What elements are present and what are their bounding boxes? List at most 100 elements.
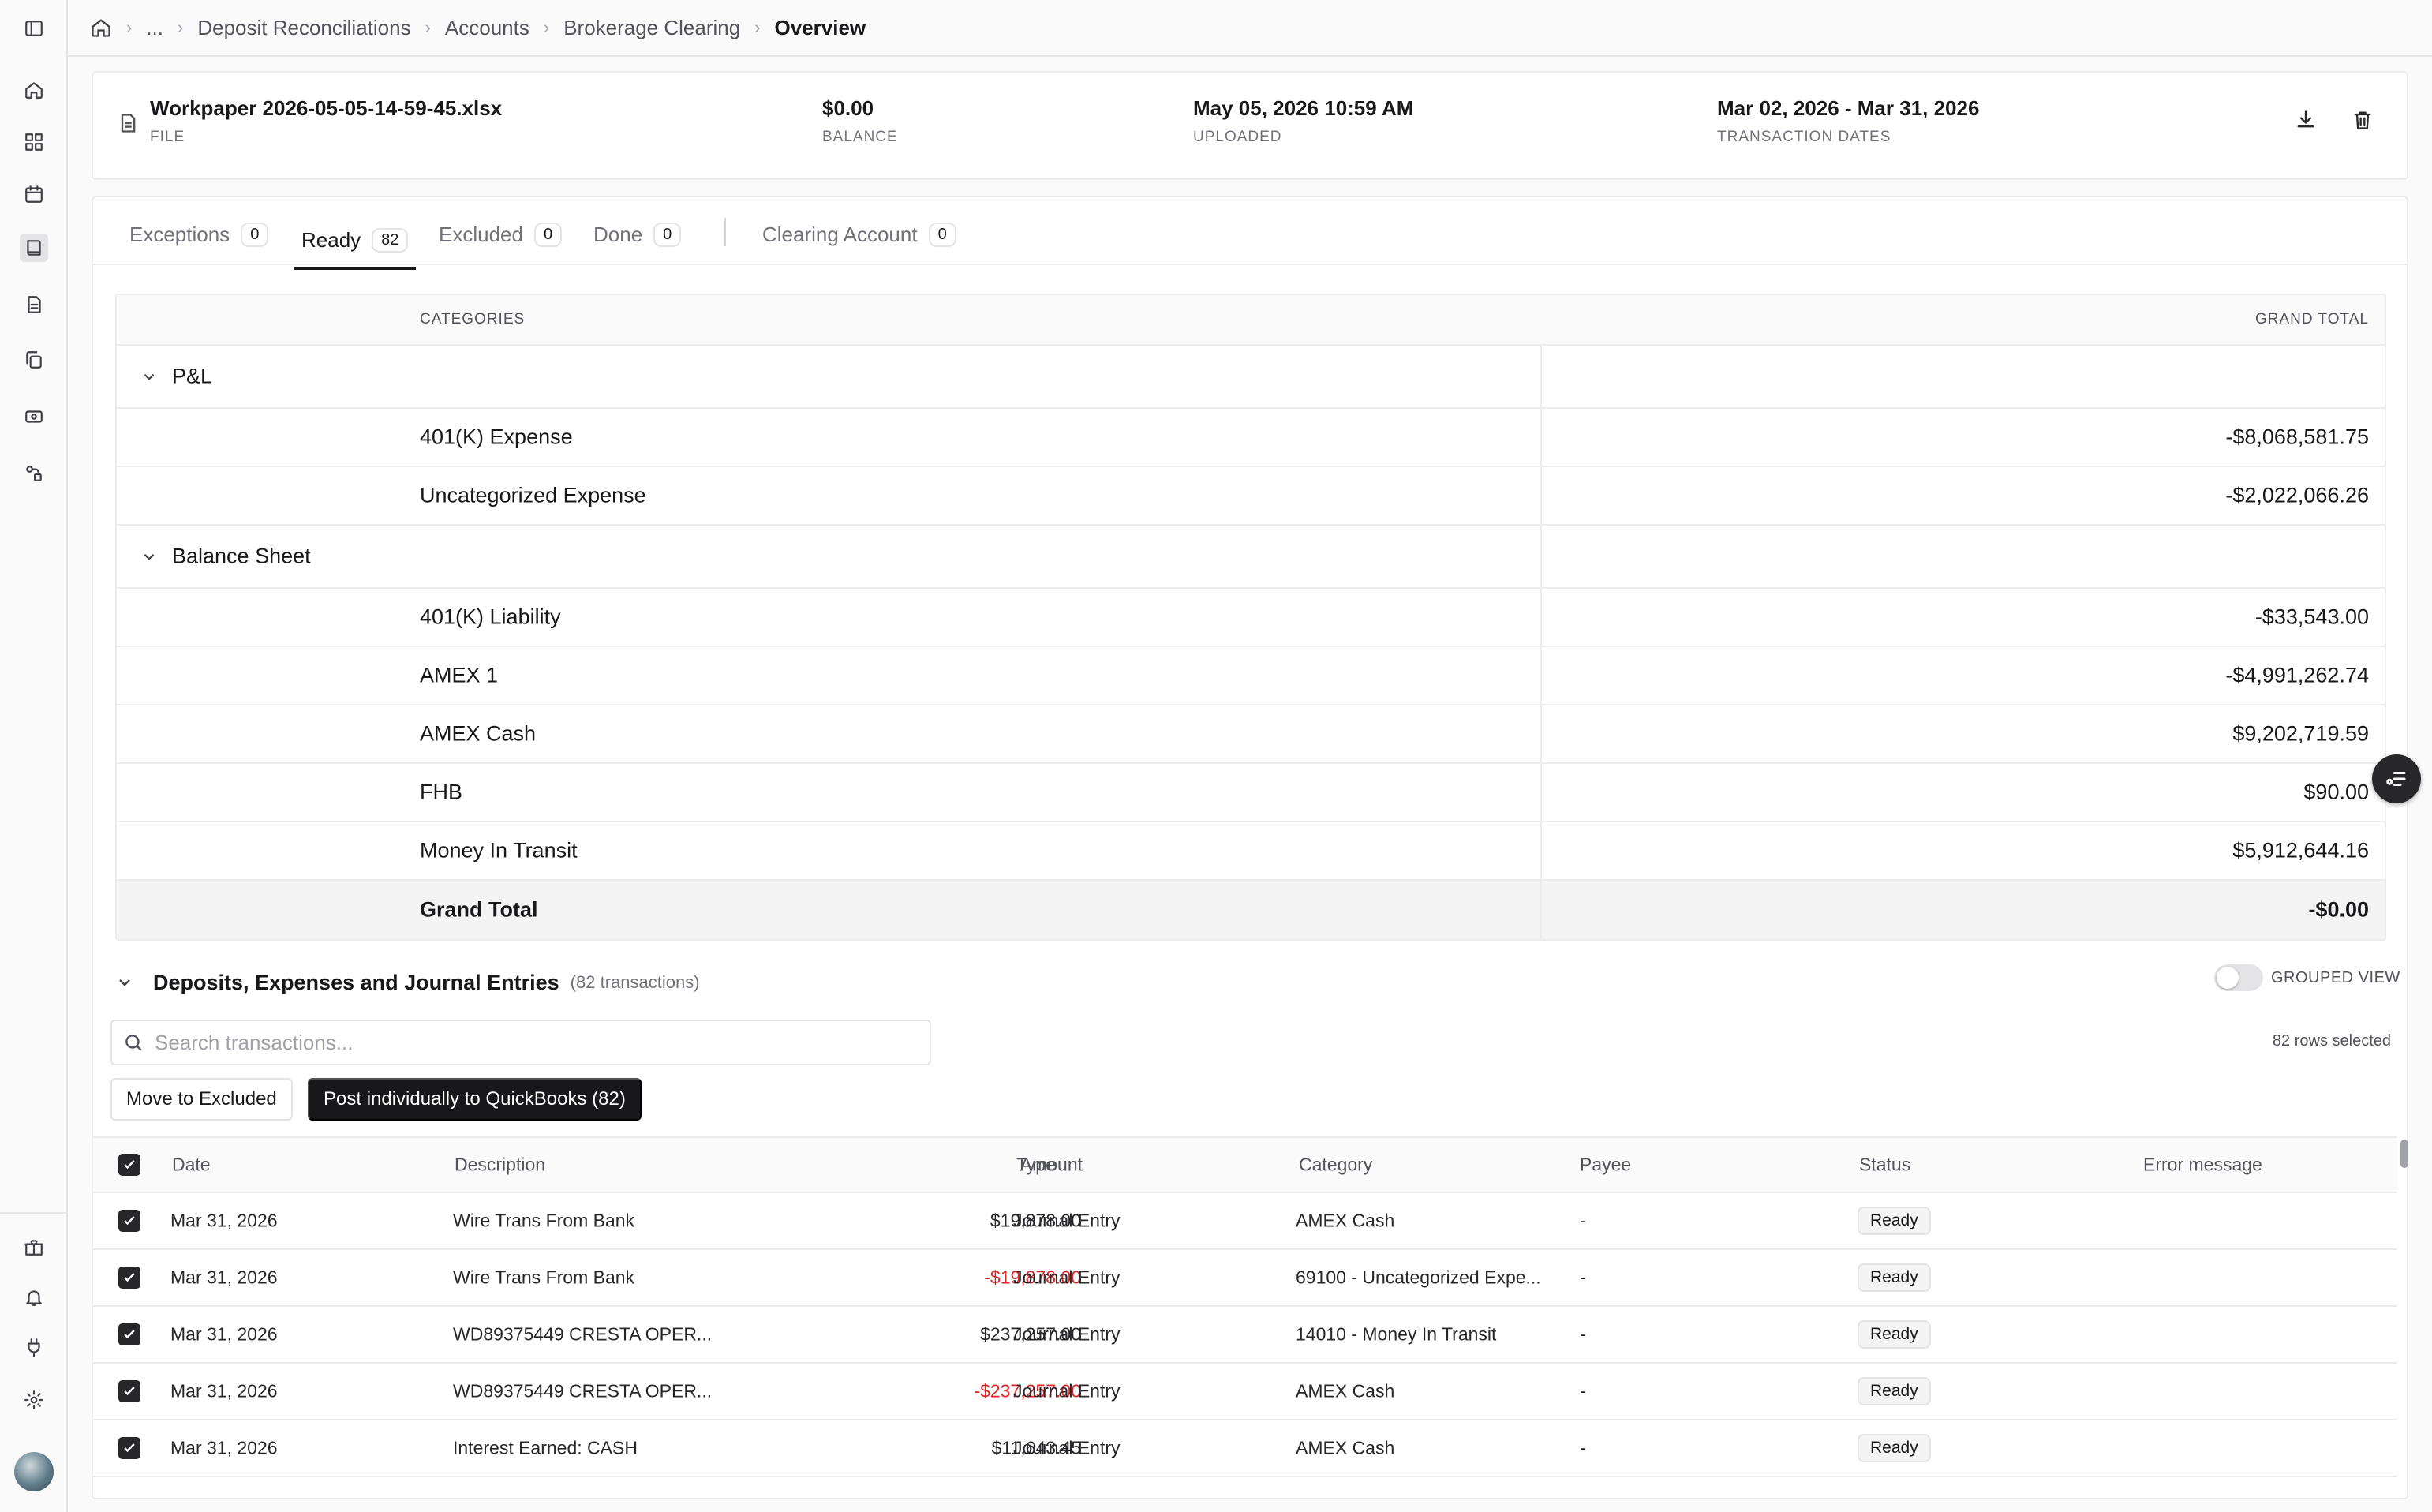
connections-icon[interactable]	[20, 459, 48, 488]
select-all-checkbox[interactable]	[118, 1154, 140, 1176]
book-icon[interactable]	[20, 234, 48, 262]
summary-group-row[interactable]: Balance Sheet	[117, 526, 2385, 589]
move-to-excluded-button[interactable]: Move to Excluded	[110, 1078, 293, 1121]
status-badge: Ready	[1858, 1434, 1931, 1462]
error-message-header[interactable]: Error message	[2143, 1155, 2262, 1176]
chevron-down-icon[interactable]	[115, 973, 134, 992]
category-header[interactable]: Category	[1299, 1155, 1372, 1176]
floating-action-button[interactable]	[2372, 754, 2421, 803]
document-icon[interactable]	[20, 290, 48, 319]
summary-total: -$2,022,066.26	[2225, 483, 2369, 507]
breadcrumb-accounts[interactable]: Accounts	[445, 16, 529, 40]
summary-row: 401(K) Liability -$33,543.00	[117, 589, 2385, 647]
tab-label: Clearing Account	[762, 222, 918, 246]
summary-total: -$8,068,581.75	[2225, 425, 2369, 449]
status-badge: Ready	[1858, 1263, 1931, 1292]
transactions-section-header[interactable]: Deposits, Expenses and Journal Entries (…	[115, 963, 2388, 1002]
copy-icon[interactable]	[20, 346, 48, 374]
table-header-row: Date Description Amount Type Category Pa…	[93, 1136, 2397, 1193]
chevron-right-icon: ›	[425, 17, 431, 37]
row-category: AMEX Cash	[1296, 1437, 1395, 1458]
table-row[interactable]: Mar 31, 2026 WD89375449 CRESTA OPER... $23…	[93, 1307, 2397, 1364]
row-category: 14010 - Money In Transit	[1296, 1323, 1497, 1345]
group-toggle[interactable]: Balance Sheet	[140, 545, 311, 569]
tab-label: Exceptions	[129, 222, 230, 246]
row-checkbox[interactable]	[118, 1437, 140, 1459]
date-header[interactable]: Date	[172, 1155, 211, 1176]
column-divider	[1540, 764, 1542, 821]
row-checkbox[interactable]	[118, 1323, 140, 1345]
tab-clearing-account[interactable]: Clearing Account 0	[754, 216, 964, 253]
table-row[interactable]: Mar 31, 2026 Wire Trans From Bank -$19,878…	[93, 1250, 2397, 1307]
tab-ready[interactable]: Ready 82	[294, 213, 417, 270]
summary-total: -$4,991,262.74	[2225, 663, 2369, 687]
balance-label: BALANCE	[822, 129, 898, 145]
table-row[interactable]: Mar 31, 2026 WD89375449 CRESTA OPER... -$2…	[93, 1364, 2397, 1420]
avatar[interactable]	[14, 1452, 54, 1491]
type-header[interactable]: Type	[1016, 1155, 1056, 1176]
table-scrollbar[interactable]	[2400, 1140, 2408, 1168]
cash-icon[interactable]	[20, 402, 48, 431]
row-description: Wire Trans From Bank	[453, 1267, 635, 1288]
search-box[interactable]	[110, 1020, 931, 1065]
settings-icon[interactable]	[20, 1386, 48, 1414]
dashboard-icon[interactable]	[20, 128, 48, 156]
summary-header-row: CATEGORIES GRAND TOTAL	[117, 295, 2385, 346]
row-type: Journal Entry	[1013, 1323, 1121, 1345]
summary-category: Money In Transit	[420, 838, 578, 863]
search-input[interactable]	[155, 1030, 912, 1055]
row-payee: -	[1580, 1380, 1586, 1402]
sidebar-toggle-icon[interactable]	[20, 14, 48, 43]
home-icon[interactable]	[20, 76, 48, 104]
grouped-view-toggle[interactable]	[2214, 964, 2263, 991]
row-checkbox[interactable]	[118, 1267, 140, 1289]
column-divider	[1540, 409, 1542, 466]
row-category: AMEX Cash	[1296, 1380, 1395, 1402]
download-icon[interactable]	[2290, 104, 2322, 136]
column-divider	[1540, 346, 1542, 407]
tab-excluded[interactable]: Excluded 0	[431, 216, 570, 253]
breadcrumb-ellipsis[interactable]: ...	[146, 16, 163, 40]
calendar-icon[interactable]	[20, 180, 48, 208]
status-header[interactable]: Status	[1859, 1155, 1910, 1176]
uploaded-label: UPLOADED	[1193, 129, 1282, 145]
tab-exceptions[interactable]: Exceptions 0	[122, 216, 276, 253]
row-type: Journal Entry	[1013, 1210, 1121, 1231]
table-row[interactable]: Mar 31, 2026 Interest Earned: CASH $11,643…	[93, 1420, 2397, 1477]
summary-group-row[interactable]: P&L	[117, 346, 2385, 409]
status-badge: Ready	[1858, 1207, 1931, 1235]
table-row[interactable]: Mar 31, 2026 Wire Trans From Bank $19,878.…	[93, 1193, 2397, 1250]
plug-icon[interactable]	[20, 1334, 48, 1362]
bell-icon[interactable]	[20, 1283, 48, 1312]
payee-header[interactable]: Payee	[1580, 1155, 1631, 1176]
row-category: AMEX Cash	[1296, 1210, 1395, 1231]
check-icon	[124, 1216, 135, 1226]
gift-icon[interactable]	[20, 1233, 48, 1261]
post-to-quickbooks-button[interactable]: Post individually to QuickBooks (82)	[308, 1078, 642, 1121]
balance-block: $0.00 BALANCE	[822, 96, 898, 146]
trash-icon[interactable]	[2347, 104, 2378, 136]
summary-category: AMEX 1	[420, 663, 499, 687]
balance-value: $0.00	[822, 96, 874, 120]
row-type: Journal Entry	[1013, 1380, 1121, 1402]
column-divider	[1540, 526, 1542, 587]
chevron-right-icon: ›	[754, 17, 761, 37]
home-icon[interactable]	[90, 17, 112, 39]
column-divider	[1540, 589, 1542, 646]
row-payee: -	[1580, 1267, 1586, 1288]
category-summary-table: CATEGORIES GRAND TOTAL P&L 401(K) Expens…	[115, 294, 2386, 941]
row-type: Journal Entry	[1013, 1267, 1121, 1288]
summary-total: $5,912,644.16	[2232, 838, 2369, 863]
tab-count: 0	[241, 222, 269, 247]
tab-done[interactable]: Done 0	[586, 216, 689, 253]
row-checkbox[interactable]	[118, 1210, 140, 1232]
breadcrumb-brokerage-clearing[interactable]: Brokerage Clearing	[563, 16, 740, 40]
breadcrumb-deposit-reconciliations[interactable]: Deposit Reconciliations	[197, 16, 410, 40]
row-checkbox[interactable]	[118, 1380, 140, 1402]
description-header[interactable]: Description	[455, 1155, 545, 1176]
section-title: Deposits, Expenses and Journal Entries	[153, 970, 559, 994]
file-label: FILE	[150, 129, 185, 145]
list-icon	[2386, 772, 2406, 786]
group-toggle[interactable]: P&L	[140, 365, 212, 389]
tab-bar: Exceptions 0 Ready 82 Excluded 0 Done 0 Clea…	[93, 197, 2407, 270]
